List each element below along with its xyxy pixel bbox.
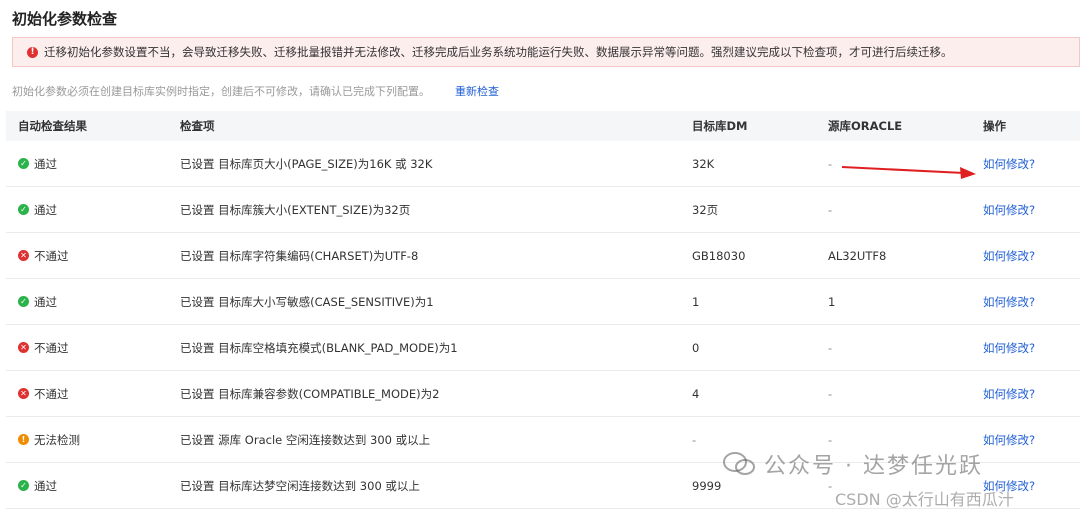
- oracle-value: -: [828, 156, 833, 171]
- result-cell: ✕ 不通过: [18, 248, 69, 264]
- oracle-value: -: [828, 202, 833, 217]
- hint-text: 初始化参数必须在创建目标库实例时指定，创建后不可修改，请确认已完成下列配置。: [12, 85, 430, 98]
- check-item: 已设置 目标库大小写敏感(CASE_SENSITIVE)为1: [180, 294, 434, 309]
- warning-circle-icon: !: [18, 434, 29, 445]
- dm-value: 4: [692, 386, 700, 401]
- dm-value: 0: [692, 340, 700, 355]
- csdn-watermark: CSDN @太行山有西瓜汁: [835, 490, 1014, 509]
- header-item: 检查项: [180, 119, 215, 133]
- dm-value: 1: [692, 294, 700, 309]
- how-to-modify-link[interactable]: 如何修改?: [983, 432, 1035, 448]
- result-label: 不通过: [34, 248, 69, 263]
- check-item: 已设置 目标库兼容参数(COMPATIBLE_MODE)为2: [180, 386, 440, 401]
- red-arrow-annotation: [841, 166, 976, 179]
- alert-text: 迁移初始化参数设置不当，会导致迁移失败、迁移批量报错并无法修改、迁移完成后业务系…: [44, 45, 953, 59]
- oracle-value: AL32UTF8: [828, 248, 887, 263]
- result-label: 通过: [34, 294, 57, 309]
- result-label: 不通过: [34, 340, 69, 355]
- table-row: ✕ 不通过 已设置 目标库空格填充模式(BLANK_PAD_MODE)为1 0 - 如何修…: [6, 325, 1080, 371]
- dm-value: 9999: [692, 478, 722, 493]
- recheck-link[interactable]: 重新检查: [455, 83, 499, 99]
- result-cell: ✓ 通过: [18, 478, 57, 494]
- check-circle-icon: ✓: [18, 296, 29, 307]
- result-label: 通过: [34, 202, 57, 217]
- oracle-value: -: [828, 340, 833, 355]
- check-item: 已设置 目标库字符集编码(CHARSET)为UTF-8: [180, 248, 419, 263]
- check-circle-icon: ✓: [18, 204, 29, 215]
- check-circle-icon: ✓: [18, 480, 29, 491]
- warning-alert: ! 迁移初始化参数设置不当，会导致迁移失败、迁移批量报错并无法修改、迁移完成后业…: [12, 37, 1080, 67]
- check-item: 已设置 目标库簇大小(EXTENT_SIZE)为32页: [180, 202, 411, 217]
- result-cell: ✓ 通过: [18, 202, 57, 218]
- result-label: 不通过: [34, 386, 69, 401]
- header-dm: 目标库DM: [692, 119, 748, 133]
- check-item: 已设置 目标库达梦空闲连接数达到 300 或以上: [180, 478, 420, 493]
- how-to-modify-link[interactable]: 如何修改?: [983, 294, 1035, 310]
- header-action: 操作: [983, 119, 1006, 133]
- table-row: ✕ 不通过 已设置 目标库字符集编码(CHARSET)为UTF-8 GB18030 AL…: [6, 233, 1080, 279]
- oracle-value: -: [828, 386, 833, 401]
- how-to-modify-link[interactable]: 如何修改?: [983, 156, 1035, 172]
- how-to-modify-link[interactable]: 如何修改?: [983, 202, 1035, 218]
- how-to-modify-link[interactable]: 如何修改?: [983, 340, 1035, 356]
- error-circle-icon: ✕: [18, 250, 29, 261]
- dm-value: 32K: [692, 156, 715, 171]
- how-to-modify-link[interactable]: 如何修改?: [983, 248, 1035, 264]
- error-circle-icon: ✕: [18, 342, 29, 353]
- result-label: 通过: [34, 478, 57, 493]
- check-item: 已设置 源库 Oracle 空闲连接数达到 300 或以上: [180, 432, 431, 447]
- page-title: 初始化参数检查: [12, 10, 118, 28]
- result-cell: ✕ 不通过: [18, 386, 69, 402]
- result-label: 通过: [34, 156, 57, 171]
- result-cell: ✓ 通过: [18, 294, 57, 310]
- header-result: 自动检查结果: [18, 119, 87, 133]
- table-row: ✓ 通过 已设置 目标库簇大小(EXTENT_SIZE)为32页 32页 - 如何修改?: [6, 187, 1080, 233]
- check-circle-icon: ✓: [18, 158, 29, 169]
- check-item: 已设置 目标库空格填充模式(BLANK_PAD_MODE)为1: [180, 340, 458, 355]
- table-row: ✓ 通过 已设置 目标库大小写敏感(CASE_SENSITIVE)为1 1 1 如何修改?: [6, 279, 1080, 325]
- header-oracle: 源库ORACLE: [828, 119, 903, 133]
- result-cell: ! 无法检测: [18, 432, 80, 448]
- dm-value: GB18030: [692, 248, 746, 263]
- table-row: ✕ 不通过 已设置 目标库兼容参数(COMPATIBLE_MODE)为2 4 - 如何修改…: [6, 371, 1080, 417]
- dm-value: -: [692, 432, 697, 447]
- dm-value: 32页: [692, 202, 719, 217]
- result-label: 无法检测: [34, 432, 80, 447]
- error-circle-icon: ✕: [18, 388, 29, 399]
- result-cell: ✓ 通过: [18, 156, 57, 172]
- check-item: 已设置 目标库页大小(PAGE_SIZE)为16K 或 32K: [180, 156, 433, 171]
- how-to-modify-link[interactable]: 如何修改?: [983, 386, 1035, 402]
- error-icon: !: [27, 46, 38, 58]
- oracle-value: 1: [828, 294, 836, 309]
- wechat-icon: [723, 452, 755, 475]
- table-header: 自动检查结果 检查项 目标库DM 源库ORACLE 操作: [6, 111, 1080, 141]
- watermark: 公众号 · 达梦任光跃: [722, 448, 983, 480]
- watermark-text: 公众号 · 达梦任光跃: [764, 454, 983, 479]
- oracle-value: -: [828, 478, 833, 493]
- result-cell: ✕ 不通过: [18, 340, 69, 356]
- oracle-value: -: [828, 432, 833, 447]
